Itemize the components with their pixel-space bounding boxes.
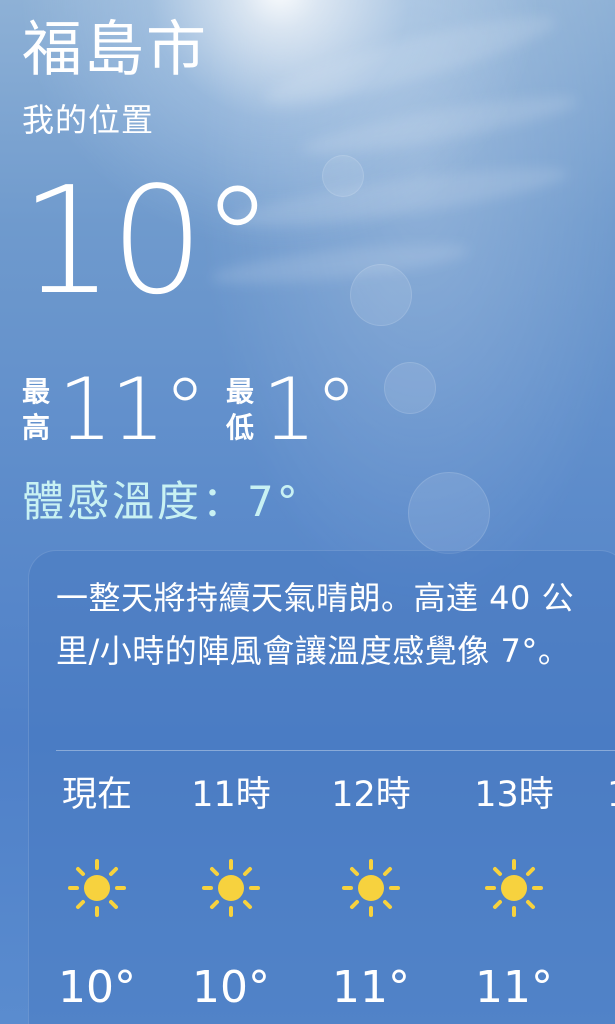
hour-label: 現在 [61,775,132,815]
background-cloud [229,156,571,238]
location-subtitle: 我的位置 [22,101,155,139]
hour-temperature: 10° [58,962,136,1013]
sun-icon [339,856,403,920]
forecast-summary: 一整天將持續天氣晴朗。高達 40 公里/小時的陣風會讓溫度感覺像 7°。 [56,579,575,670]
hour-label: 11時 [191,775,271,815]
background-cloud [299,85,581,165]
low-value: 1° [262,360,358,460]
feels-like-temperature: 體感溫度：7° [22,477,301,526]
lens-flare [384,362,436,414]
hour-temperature: 10° [192,962,270,1013]
low-temperature: 最 低 1° [226,360,358,460]
hour-temperature: 11° [332,962,410,1013]
sun-icon [482,856,546,920]
high-label: 最 高 [22,374,50,446]
city-name: 福島市 [22,15,208,85]
hour-label: 13時 [474,775,554,815]
high-value: 11° [58,360,206,460]
current-temperature: 10° [20,155,274,327]
sun-icon [199,856,263,920]
high-label-top: 最 [22,375,51,408]
high-temperature: 最 高 11° [22,360,206,460]
hour-item-partial-label: 1 [607,770,615,820]
hour-item-now: 現在 10° [32,770,162,1014]
hour-label: 12時 [331,775,411,815]
low-label: 最 低 [226,374,254,446]
hour-item-13: 13時 11° [449,770,579,1014]
lens-flare [322,155,364,197]
card-divider [56,750,615,751]
low-label-top: 最 [226,375,255,408]
lens-flare [350,264,412,326]
low-label-bottom: 低 [226,411,255,444]
hour-item-11: 11時 10° [166,770,296,1014]
hour-item-12: 12時 11° [306,770,436,1014]
lens-flare [408,472,490,554]
sun-icon [65,856,129,920]
high-label-bottom: 高 [22,411,51,444]
hourly-forecast-list[interactable]: 現在 10° 11時 10° 12時 11° 13時 11° [0,770,615,1024]
hour-temperature: 11° [475,962,553,1013]
